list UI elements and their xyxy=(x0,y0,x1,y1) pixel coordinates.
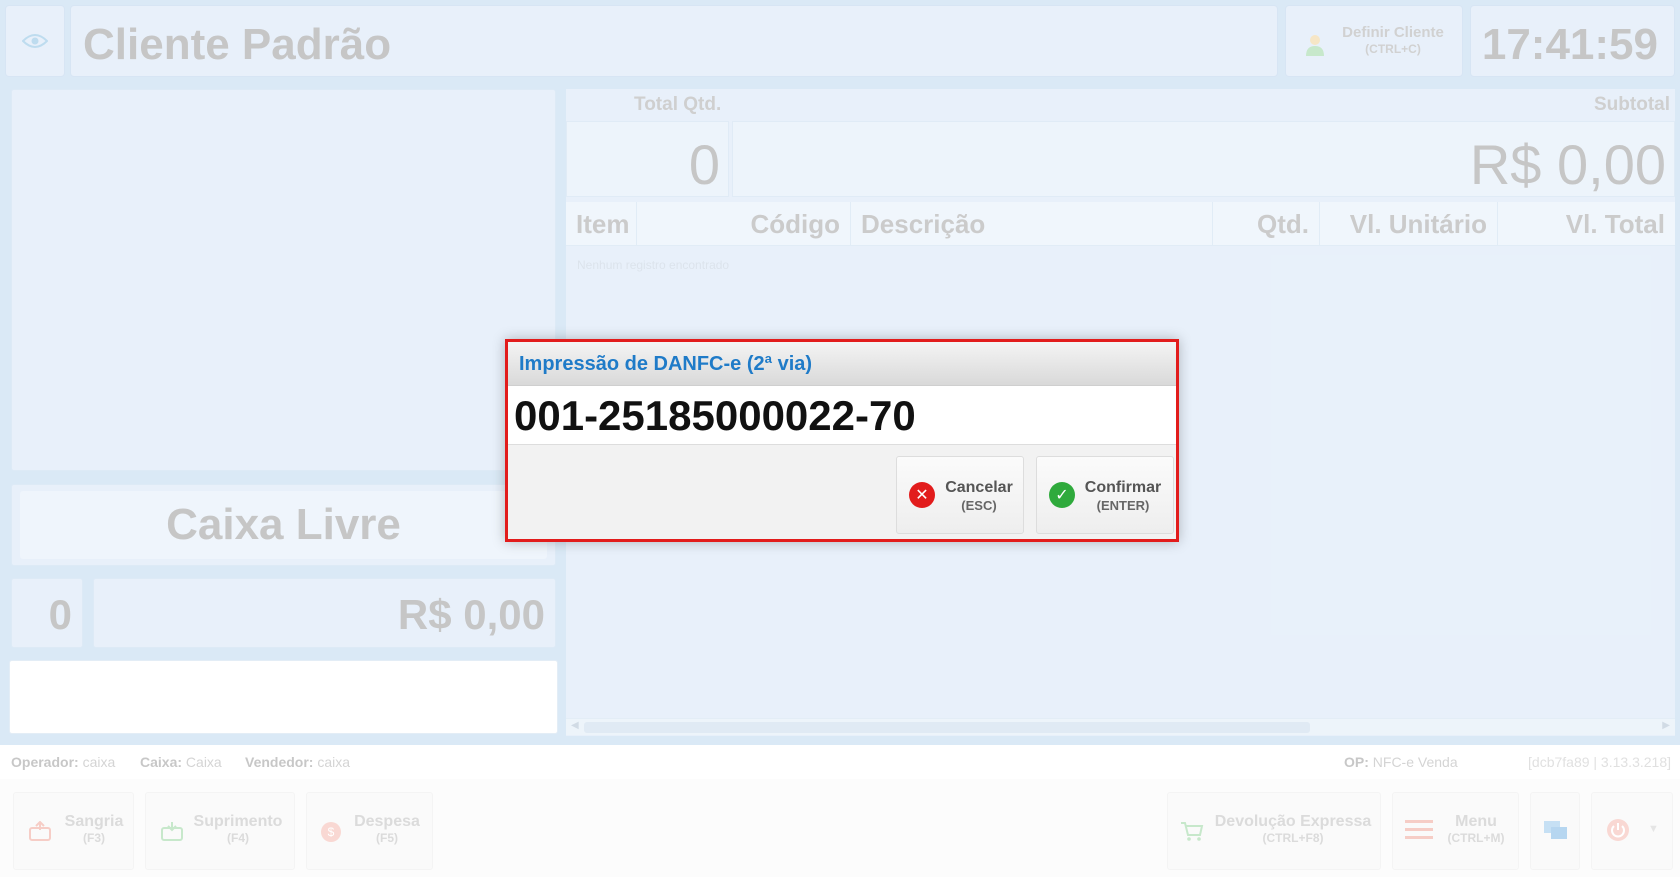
dialog-titlebar: Impressão de DANFC-e (2ª via) xyxy=(508,342,1176,386)
confirm-button[interactable]: ✓ Confirmar (ENTER) xyxy=(1036,456,1174,534)
cancel-button[interactable]: ✕ Cancelar (ESC) xyxy=(896,456,1024,534)
cancel-icon: ✕ xyxy=(909,482,935,508)
danfce-reprint-dialog: Impressão de DANFC-e (2ª via) 001-251850… xyxy=(505,339,1179,542)
check-icon: ✓ xyxy=(1049,482,1075,508)
document-number: 001-25185000022-70 xyxy=(514,392,916,439)
dialog-title: Impressão de DANFC-e (2ª via) xyxy=(519,353,813,375)
document-number-field[interactable]: 001-25185000022-70 xyxy=(508,386,1176,445)
